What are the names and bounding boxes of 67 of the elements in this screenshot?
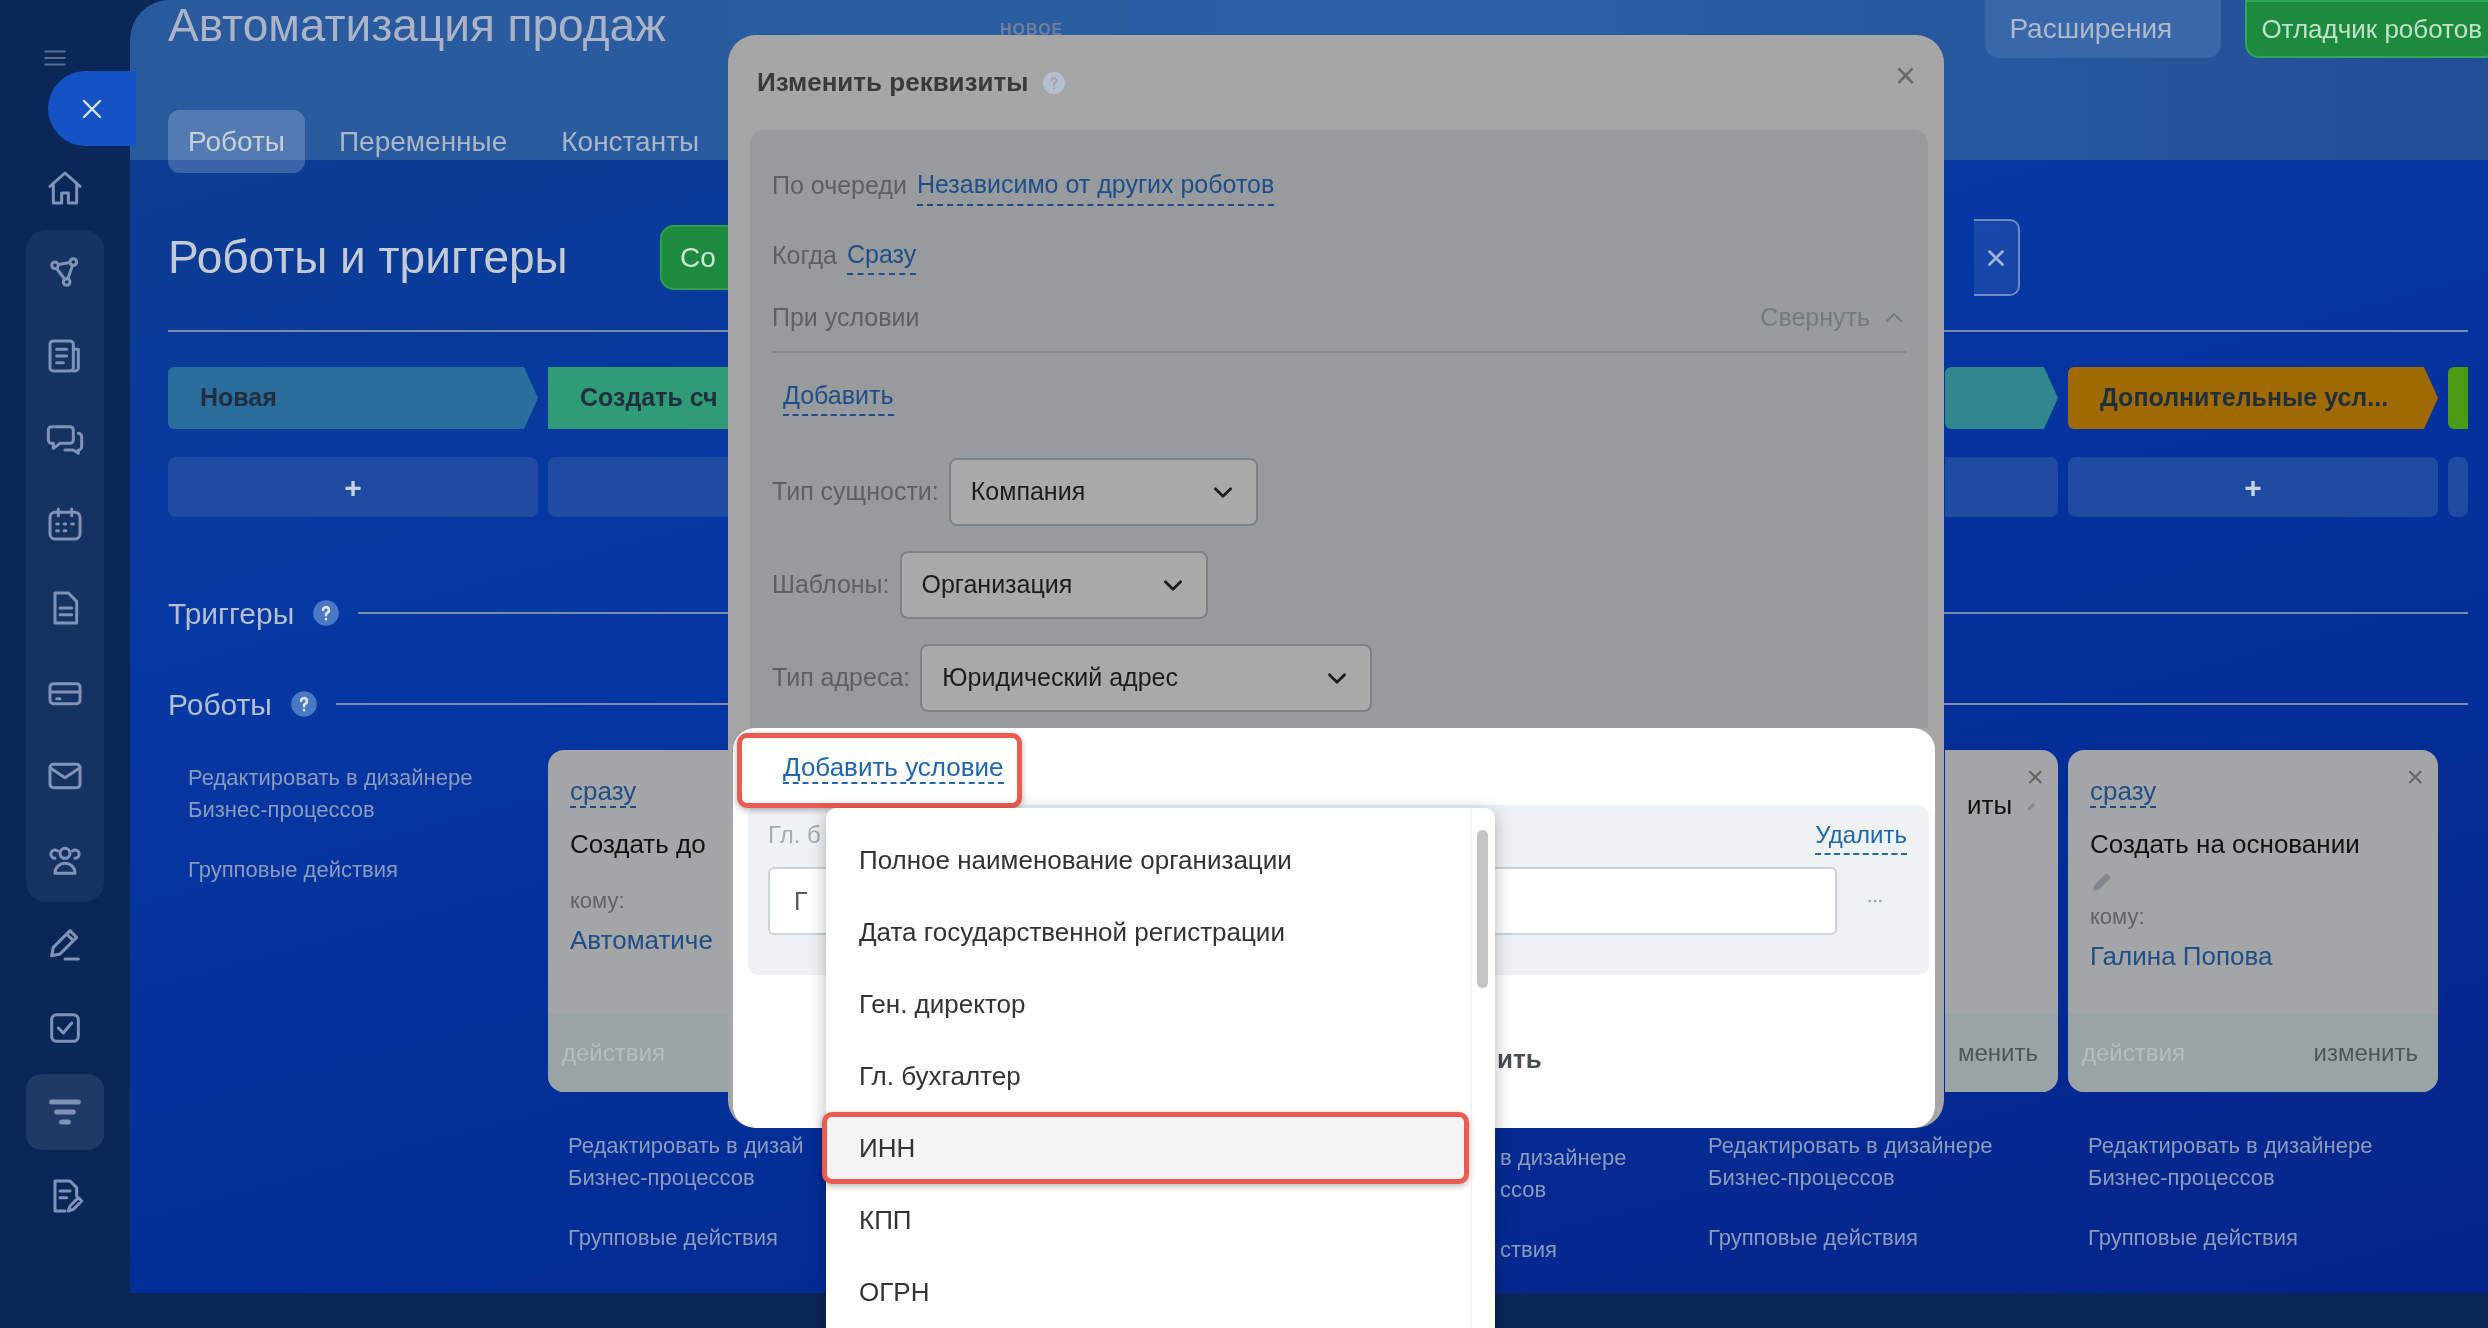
select-field[interactable]: Юридический адрес: [920, 644, 1373, 712]
stage-bar[interactable]: Создать сч: [548, 367, 728, 429]
recipient-link[interactable]: Галина Попова: [2090, 937, 2418, 976]
create-button[interactable]: Со: [660, 225, 728, 290]
group-actions-link[interactable]: ствия: [1500, 1234, 1678, 1266]
stage-bar[interactable]: Дополнительные усл...: [2068, 367, 2438, 429]
recipient-label: кому:: [2090, 903, 2146, 931]
save-button[interactable]: ить: [1497, 1040, 1542, 1079]
field-label: По очереди: [772, 170, 907, 201]
dropdown-item[interactable]: Ген. директор: [822, 968, 1469, 1040]
field-label: При условии: [772, 302, 920, 333]
help-icon[interactable]: [312, 599, 341, 627]
dropdown-item[interactable]: Полное наименование организации: [822, 824, 1469, 896]
dialog-title: Изменить реквизиты: [757, 66, 1029, 99]
dropdown-item[interactable]: Гл. бухгалтер: [822, 1040, 1469, 1112]
field-label: Тип сущности:: [772, 476, 939, 508]
stage-bar[interactable]: Новая: [168, 367, 538, 429]
designer-link[interactable]: Редактировать в дизайнере Бизнес-процессов: [188, 762, 538, 826]
page-title: Автоматизация продаж: [168, 0, 667, 50]
recipient-label: кому:: [570, 887, 626, 915]
designer-link[interactable]: Редактировать в дизайнере Бизнес-процессов: [1708, 1130, 2058, 1194]
group-actions-link[interactable]: Групповые действия: [1708, 1222, 2058, 1254]
help-icon[interactable]: [289, 690, 318, 718]
add-link[interactable]: Добавить: [783, 376, 894, 416]
group-actions-link[interactable]: Групповые действия: [2088, 1222, 2438, 1254]
dropdown-item[interactable]: Дата государственной регистрации: [822, 896, 1469, 968]
timing-link[interactable]: сразу: [570, 776, 637, 808]
select-field[interactable]: Организация: [899, 551, 1208, 619]
sidebar-item[interactable]: [26, 1074, 104, 1150]
new-label: НОВОЕ: [1000, 20, 1064, 40]
field-label: Тип адреса:: [772, 662, 911, 694]
scrollbar-thumb[interactable]: [1477, 830, 1488, 988]
section-title: Триггеры: [168, 595, 295, 632]
select-field[interactable]: Компания: [948, 458, 1258, 526]
close-button[interactable]: ×: [1888, 57, 1922, 95]
tab[interactable]: Роботы: [168, 110, 305, 173]
tab[interactable]: Переменные: [318, 110, 528, 173]
dropdown-item[interactable]: ОГРН: [822, 1256, 1469, 1328]
add-condition-link[interactable]: Добавить условие: [783, 752, 1004, 784]
extensions-button[interactable]: Расширения: [1985, 0, 2222, 58]
field-label: Гл. б: [768, 820, 821, 850]
designer-link[interactable]: в дизайнере ссов: [1500, 1142, 1678, 1206]
value-link[interactable]: Независимо от других роботов: [916, 166, 1275, 206]
robot-title: Создать на основании: [2090, 828, 2360, 861]
tab[interactable]: Константы: [541, 110, 720, 173]
add-robot-button[interactable]: +: [168, 457, 538, 517]
close-button[interactable]: [48, 71, 136, 146]
clear-button[interactable]: [1974, 219, 2020, 296]
field-label: Когда: [772, 239, 837, 271]
dropdown-item[interactable]: ИНН: [822, 1112, 1469, 1184]
value-link[interactable]: Сразу: [846, 235, 917, 275]
robot-title: Создать до: [570, 828, 706, 861]
dropdown-item[interactable]: КПП: [822, 1184, 1469, 1256]
delete-button[interactable]: ×: [2026, 758, 2044, 796]
group-actions-link[interactable]: Групповые действия: [188, 854, 538, 886]
field-label: Шаблоны:: [772, 569, 890, 601]
edit-link[interactable]: изменить: [2313, 1035, 2418, 1071]
robot-title: иты: [1967, 789, 2013, 822]
stage-bar[interactable]: [1945, 367, 2058, 429]
delete-button[interactable]: ×: [2406, 758, 2424, 796]
section-heading: Роботы и триггеры: [168, 229, 569, 285]
designer-link[interactable]: Редактировать в дизайнере Бизнес-процессов: [2088, 1130, 2438, 1194]
delete-link[interactable]: Удалить: [1815, 817, 1907, 855]
section-title: Роботы: [168, 686, 272, 723]
debugger-button[interactable]: Отладчик роботов: [2245, 0, 2488, 58]
add-robot-button[interactable]: +: [2068, 457, 2438, 517]
timing-link[interactable]: сразу: [2090, 776, 2157, 808]
